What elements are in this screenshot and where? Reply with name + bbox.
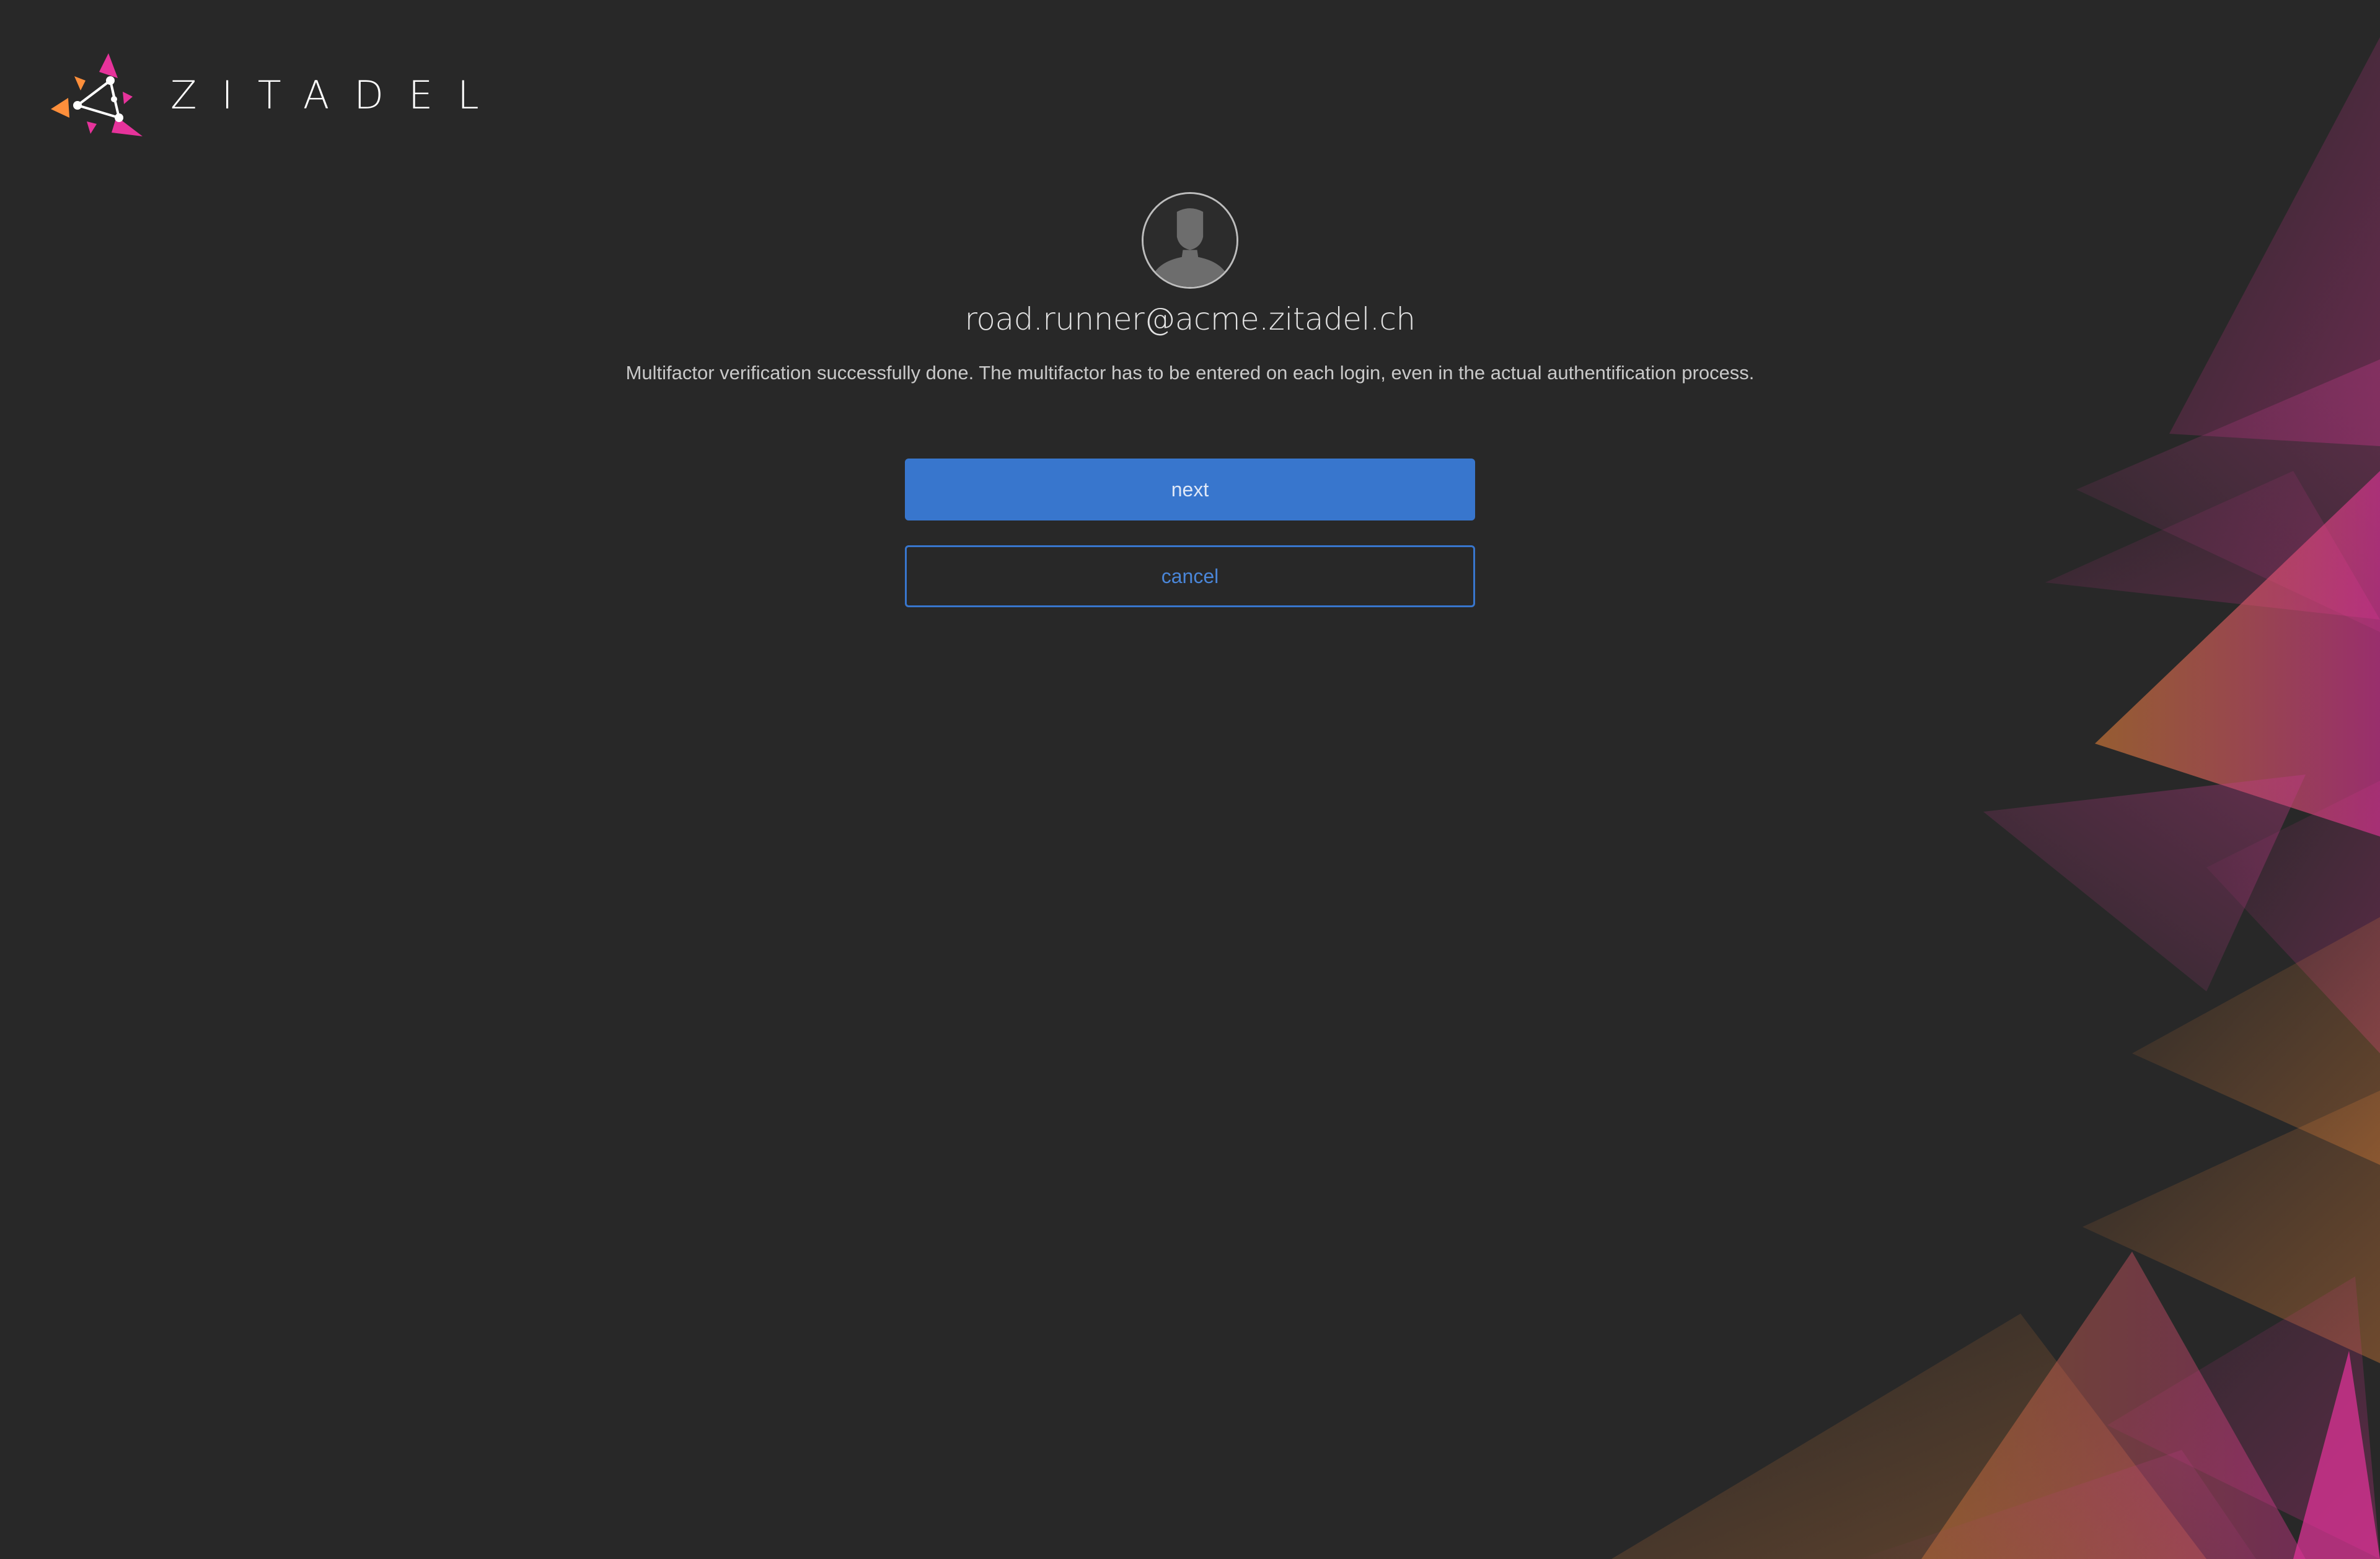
zitadel-triangle-logo-icon (51, 53, 143, 136)
brand-name: ZITADEL (170, 72, 504, 118)
cancel-button[interactable]: cancel (905, 545, 1475, 607)
mfa-success-message: Multifactor verification successfully do… (625, 362, 1755, 384)
avatar (1142, 192, 1238, 289)
login-page: ZITADEL road.runner@acme.zitadel.ch Mult… (0, 0, 2380, 1559)
user-silhouette-icon (1144, 194, 1236, 287)
action-buttons: next cancel (905, 459, 1475, 607)
zitadel-logo[interactable]: ZITADEL (50, 48, 504, 141)
next-button[interactable]: next (905, 459, 1475, 520)
login-name: road.runner@acme.zitadel.ch (964, 301, 1416, 337)
mfa-success-panel: road.runner@acme.zitadel.ch Multifactor … (0, 192, 2380, 607)
